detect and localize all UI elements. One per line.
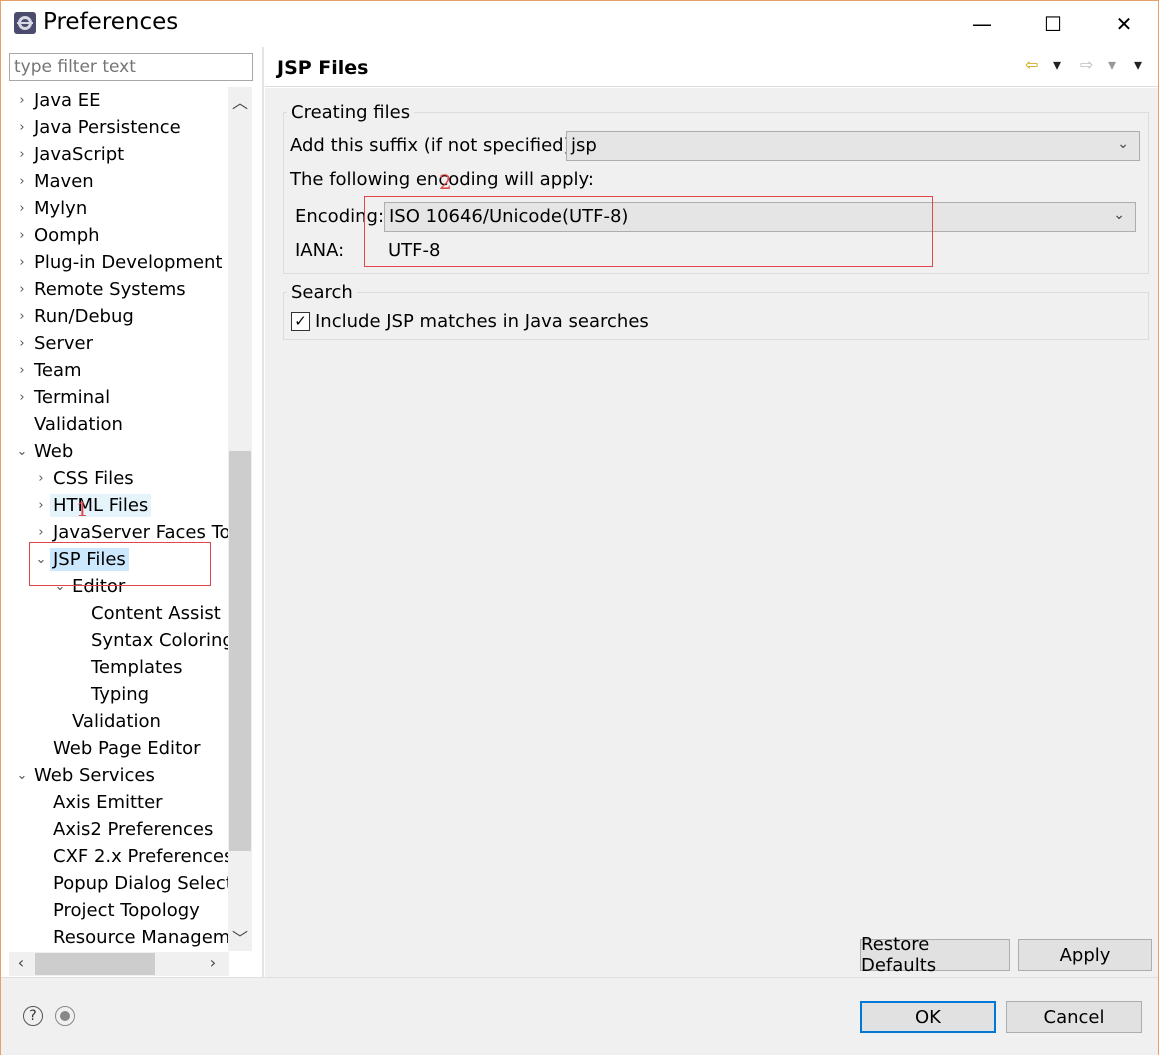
chevron-right-icon[interactable]: › — [13, 390, 31, 405]
annotation-number-1: 1 — [76, 497, 89, 521]
tree-item-syntax-coloring[interactable]: Syntax Coloring — [70, 627, 229, 654]
search-title: Search — [287, 282, 357, 303]
tree-item-html-files[interactable]: › HTML Files — [32, 492, 229, 519]
chevron-right-icon[interactable]: › — [32, 498, 50, 513]
back-history-menu-icon[interactable]: ▾ — [1053, 55, 1061, 74]
tree-item-oomph[interactable]: › Oomph — [13, 222, 229, 249]
tree-item-web[interactable]: ⌄ Web — [13, 438, 229, 465]
scroll-down-icon[interactable]: ﹀ — [228, 925, 252, 949]
chevron-right-icon[interactable]: › — [13, 147, 31, 162]
chevron-right-icon[interactable]: › — [32, 471, 50, 486]
restore-defaults-button[interactable]: Restore Defaults — [860, 934, 1010, 976]
forward-arrow-icon[interactable]: ⇨ — [1080, 55, 1093, 74]
tree-item-popup-dialog-select[interactable]: Popup Dialog Select — [32, 870, 229, 897]
chevron-right-icon[interactable]: › — [13, 282, 31, 297]
chevron-down-icon[interactable]: ⌄ — [13, 444, 31, 459]
chevron-right-icon[interactable]: › — [13, 336, 31, 351]
tree-item-javascript[interactable]: › JavaScript — [13, 141, 229, 168]
record-icon[interactable] — [55, 1006, 75, 1026]
annotation-number-2: 2 — [439, 170, 452, 194]
tree-item-validation[interactable]: Validation — [13, 411, 229, 438]
iana-label: IANA: — [295, 240, 345, 261]
eclipse-app-icon — [14, 12, 36, 34]
ok-button[interactable]: OK — [860, 1001, 996, 1033]
tree-item-content-assist[interactable]: Content Assist — [70, 600, 229, 627]
dialog-footer: ? OK Cancel — [1, 977, 1158, 1055]
title-bar: Preferences — ☐ ✕ — [1, 1, 1158, 47]
tree-item-run-debug[interactable]: › Run/Debug — [13, 303, 229, 330]
chevron-down-icon[interactable]: ⌄ — [13, 768, 31, 783]
panel-divider[interactable] — [262, 47, 264, 977]
scroll-up-icon[interactable]: ︿ — [228, 89, 252, 113]
tree-item-axis2-preferences[interactable]: Axis2 Preferences — [32, 816, 229, 843]
chevron-right-icon[interactable]: › — [13, 201, 31, 216]
tree-item-cxf-preferences[interactable]: CXF 2.x Preferences — [32, 843, 229, 870]
chevron-right-icon[interactable]: › — [13, 228, 31, 243]
vertical-scroll-thumb[interactable] — [229, 451, 251, 851]
include-jsp-matches-checkbox[interactable]: ✓ — [291, 312, 310, 331]
chevron-right-icon[interactable]: › — [32, 525, 50, 540]
apply-button[interactable]: Apply — [1018, 939, 1152, 971]
minimize-button[interactable]: — — [967, 11, 997, 37]
tree-item-remote-systems[interactable]: › Remote Systems — [13, 276, 229, 303]
annotation-box-1 — [29, 542, 211, 586]
tree-item-project-topology[interactable]: Project Topology — [32, 897, 229, 924]
chevron-right-icon[interactable]: › — [13, 120, 31, 135]
suffix-label: Add this suffix (if not specified): — [290, 135, 577, 156]
tree-item-axis-emitter[interactable]: Axis Emitter — [32, 789, 229, 816]
tree-item-templates[interactable]: Templates — [70, 654, 229, 681]
chevron-right-icon[interactable]: › — [13, 255, 31, 270]
tree-item-terminal[interactable]: › Terminal — [13, 384, 229, 411]
tree-horizontal-scrollbar[interactable]: ‹ › — [9, 952, 229, 976]
window-title: Preferences — [43, 9, 179, 35]
tree-item-java-persistence[interactable]: › Java Persistence — [13, 114, 229, 141]
forward-history-menu-icon[interactable]: ▾ — [1108, 55, 1116, 74]
back-arrow-icon[interactable]: ⇦ — [1025, 55, 1038, 74]
page-title: JSP Files — [277, 57, 369, 79]
preferences-window: Preferences — ☐ ✕ ›Java EE ›Java Persist… — [0, 0, 1159, 1055]
scroll-left-icon[interactable]: ‹ — [11, 953, 31, 975]
tree-item-maven[interactable]: › Maven — [13, 168, 229, 195]
tree-item-css-files[interactable]: › CSS Files — [32, 465, 229, 492]
tree-item-server[interactable]: › Server — [13, 330, 229, 357]
tree-item-java-ee[interactable]: › Java EE — [13, 87, 229, 114]
page-header: JSP Files ⇦ ▾ ⇨ ▾ ▾ — [265, 47, 1158, 87]
include-jsp-matches-label: Include JSP matches in Java searches — [315, 311, 649, 332]
tree-item-web-page-editor[interactable]: Web Page Editor — [32, 735, 229, 762]
annotation-box-2 — [364, 196, 933, 267]
tree-item-mylyn[interactable]: › Mylyn — [13, 195, 229, 222]
chevron-right-icon[interactable]: › — [13, 174, 31, 189]
scroll-right-icon[interactable]: › — [203, 953, 223, 975]
chevron-down-icon[interactable]: ⌄ — [1117, 136, 1129, 152]
creating-files-title: Creating files — [287, 102, 415, 123]
chevron-right-icon[interactable]: › — [13, 93, 31, 108]
chevron-right-icon[interactable]: › — [13, 363, 31, 378]
horizontal-scroll-thumb[interactable] — [35, 953, 155, 975]
chevron-down-icon[interactable]: ⌄ — [1113, 207, 1125, 223]
tree-item-typing[interactable]: Typing — [70, 681, 229, 708]
maximize-button[interactable]: ☐ — [1038, 11, 1068, 37]
filter-input[interactable] — [9, 53, 253, 81]
help-icon[interactable]: ? — [23, 1006, 43, 1026]
cancel-button[interactable]: Cancel — [1006, 1001, 1142, 1033]
tree-vertical-scrollbar[interactable]: ︿ ﹀ — [228, 87, 252, 951]
suffix-combo[interactable]: jsp ⌄ — [566, 131, 1140, 161]
suffix-value: jsp — [571, 135, 597, 156]
tree-item-jsp-validation[interactable]: Validation — [51, 708, 229, 735]
close-button[interactable]: ✕ — [1109, 11, 1139, 37]
chevron-right-icon[interactable]: › — [13, 309, 31, 324]
tree-item-web-services[interactable]: ⌄ Web Services — [13, 762, 229, 789]
preferences-tree[interactable]: › Java EE › Java Persistence › JavaScript ›… — [9, 87, 229, 951]
view-menu-icon[interactable]: ▾ — [1134, 55, 1142, 74]
tree-item-team[interactable]: › Team — [13, 357, 229, 384]
tree-item-resource-management[interactable]: Resource Manageme — [32, 924, 229, 951]
tree-item-plug-in-development[interactable]: › Plug-in Development — [13, 249, 229, 276]
